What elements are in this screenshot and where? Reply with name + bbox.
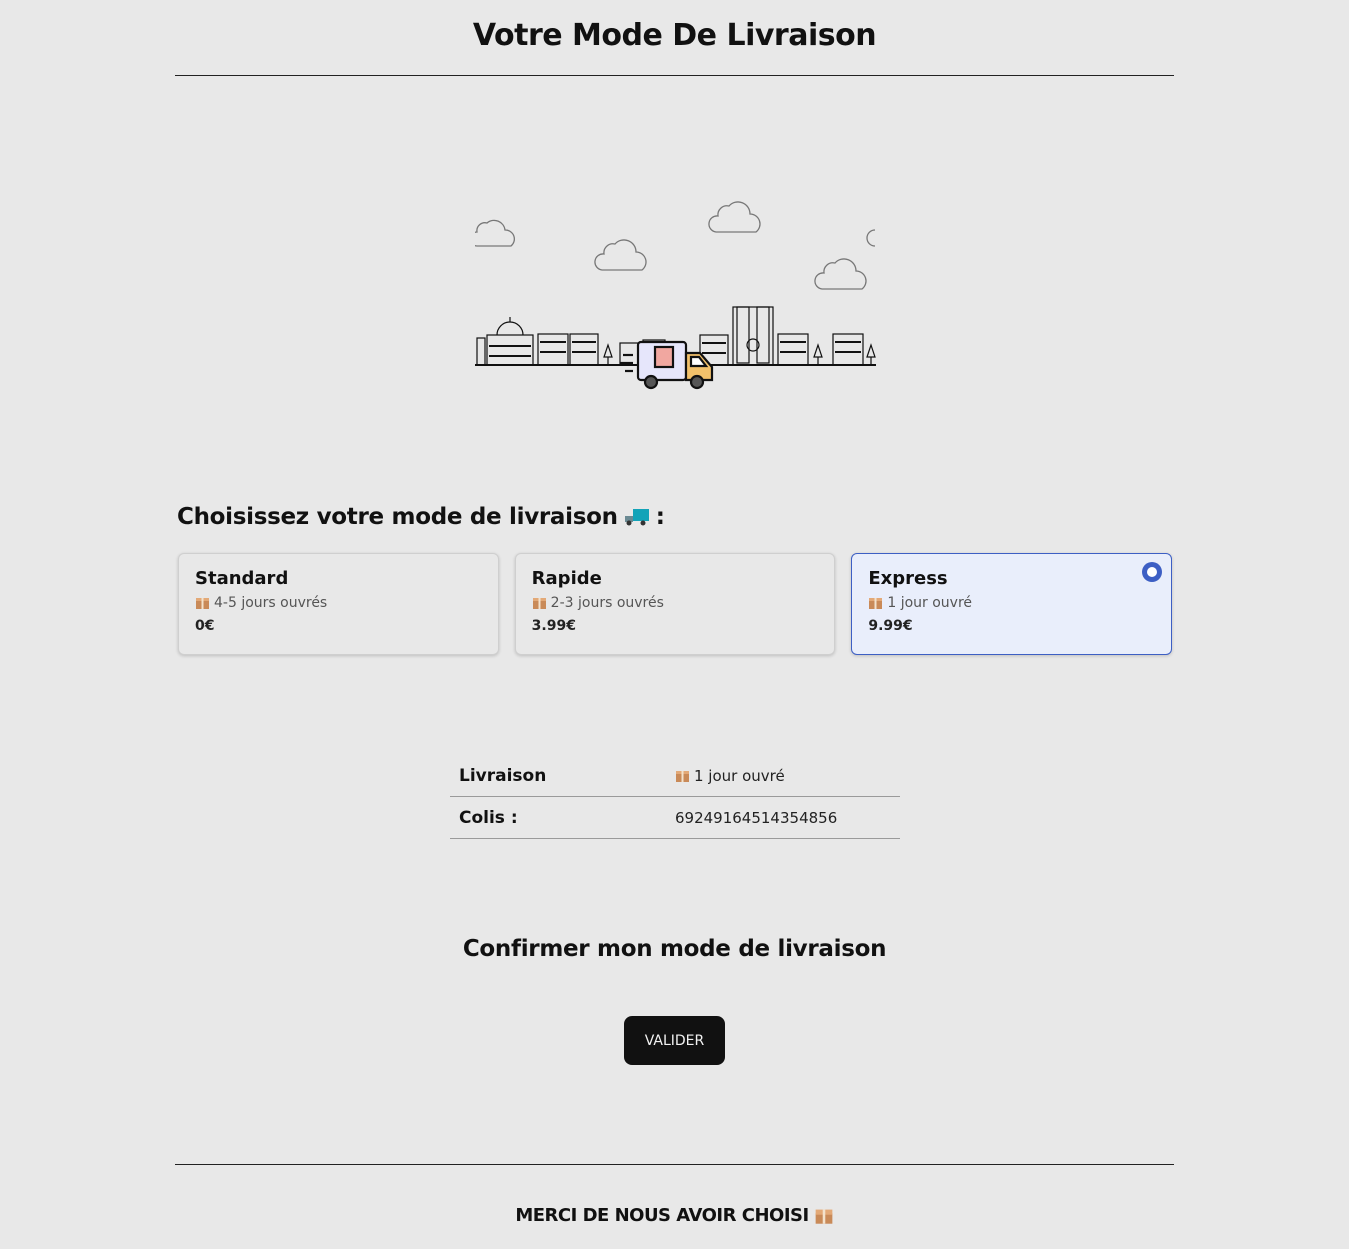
- summary-label: Colis :: [459, 807, 518, 828]
- option-days-text: 1 jour ouvré: [887, 595, 973, 611]
- summary-label: Livraison: [459, 765, 547, 786]
- tracking-number: 69249164514354856: [675, 808, 838, 827]
- summary-value: 1 jour ouvré: [675, 767, 785, 785]
- option-name: Rapide: [531, 568, 602, 589]
- footer-divider: [175, 1164, 1174, 1165]
- page: Votre Mode De Livraison Choisissez votre…: [0, 0, 1349, 1249]
- cloud-icon: [866, 229, 876, 247]
- option-price: 0€: [195, 618, 215, 634]
- cloud-icon: [475, 219, 515, 247]
- footer-message: MERCI DE NOUS AVOIR CHOISI: [0, 1205, 1349, 1226]
- option-days: 1 jour ouvré: [868, 595, 1155, 611]
- gift-icon: [815, 1209, 833, 1224]
- summary-value-text: 1 jour ouvré: [694, 766, 785, 785]
- summary-row-colis: Colis : 69249164514354856: [450, 797, 900, 839]
- delivery-options: Standard 4-5 jours ouvrés 0€ Rapide 2-3 …: [178, 553, 1173, 655]
- delivery-option-rapide[interactable]: Rapide 2-3 jours ouvrés 3.99€: [514, 553, 836, 655]
- confirm-heading: Confirmer mon mode de livraison: [462, 936, 887, 962]
- package-icon: [532, 598, 546, 609]
- page-title: Votre Mode De Livraison: [472, 18, 877, 53]
- option-days-text: 4-5 jours ouvrés: [214, 595, 328, 611]
- option-days: 2-3 jours ouvrés: [532, 595, 819, 611]
- option-days: 4-5 jours ouvrés: [195, 595, 482, 611]
- validate-button[interactable]: VALIDER: [624, 1016, 725, 1065]
- option-price: 3.99€: [531, 618, 576, 634]
- cloud-icon: [814, 258, 867, 290]
- delivery-option-express[interactable]: Express 1 jour ouvré 9.99€: [851, 553, 1173, 655]
- footer-text: MERCI DE NOUS AVOIR CHOISI: [515, 1205, 809, 1226]
- option-days-text: 2-3 jours ouvrés: [550, 595, 664, 611]
- header-divider: [175, 75, 1174, 76]
- cloud-icon: [594, 239, 647, 271]
- delivery-option-standard[interactable]: Standard 4-5 jours ouvrés 0€: [178, 553, 499, 655]
- option-name: Standard: [195, 568, 289, 589]
- option-name: Express: [868, 568, 948, 589]
- cloud-icon: [708, 201, 761, 233]
- delivery-illustration: [475, 201, 876, 390]
- package-icon: [676, 770, 689, 782]
- summary-row-livraison: Livraison 1 jour ouvré: [450, 755, 900, 797]
- package-icon: [196, 598, 209, 609]
- delivery-section-heading: Choisissez votre mode de livraison :: [177, 504, 665, 530]
- delivery-summary-table: Livraison 1 jour ouvré Colis : 692491645…: [450, 755, 900, 839]
- option-price: 9.99€: [868, 618, 913, 634]
- delivery-heading-colon: :: [655, 504, 665, 530]
- package-icon: [869, 598, 883, 609]
- selected-radio-icon[interactable]: [1142, 562, 1163, 582]
- delivery-heading-text: Choisissez votre mode de livraison: [177, 504, 618, 530]
- truck-emoji-icon: [624, 509, 649, 526]
